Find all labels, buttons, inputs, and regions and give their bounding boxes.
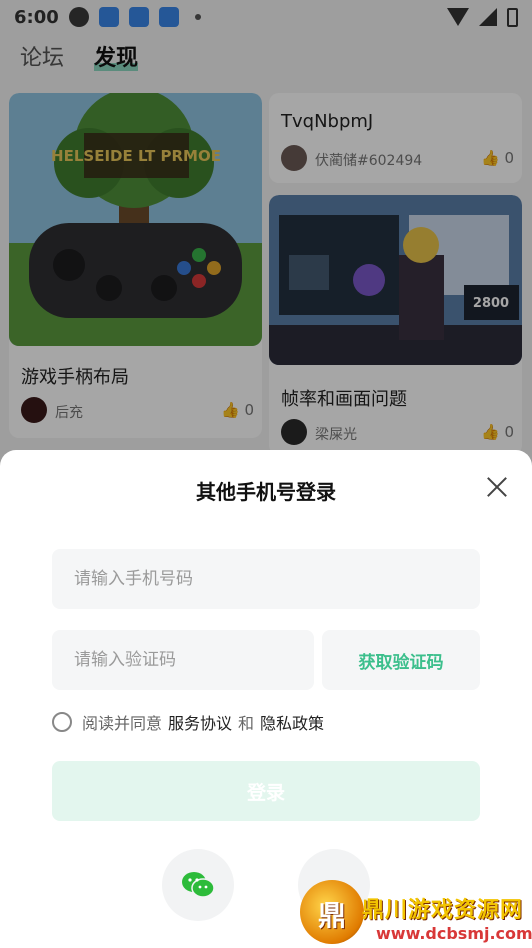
wechat-icon xyxy=(182,872,215,898)
get-code-button[interactable]: 获取验证码 xyxy=(322,630,480,690)
watermark-logo: 鼎 xyxy=(300,880,364,944)
agree-checkbox[interactable] xyxy=(52,712,72,732)
sheet-title: 其他手机号登录 xyxy=(196,480,336,504)
verification-code-input[interactable] xyxy=(52,630,314,690)
service-agreement-link[interactable]: 服务协议 xyxy=(168,710,232,734)
site-watermark: 鼎 鼎川游戏资源网 www.dcbsmj.com xyxy=(300,870,532,948)
agree-prefix: 阅读并同意 xyxy=(82,714,163,733)
login-button[interactable]: 登录 xyxy=(52,761,480,821)
close-icon[interactable] xyxy=(482,472,512,502)
agreement-row: 阅读并同意 服务协议 和 隐私政策 xyxy=(52,710,330,734)
watermark-logo-char: 鼎 xyxy=(318,899,347,932)
and-text: 和 xyxy=(238,714,255,733)
wechat-login-button[interactable] xyxy=(162,849,234,921)
watermark-text: 鼎川游戏资源网 xyxy=(362,898,524,923)
phone-input[interactable] xyxy=(52,549,480,609)
watermark-url: www.dcbsmj.com xyxy=(376,924,532,943)
privacy-policy-link[interactable]: 隐私政策 xyxy=(260,710,324,734)
